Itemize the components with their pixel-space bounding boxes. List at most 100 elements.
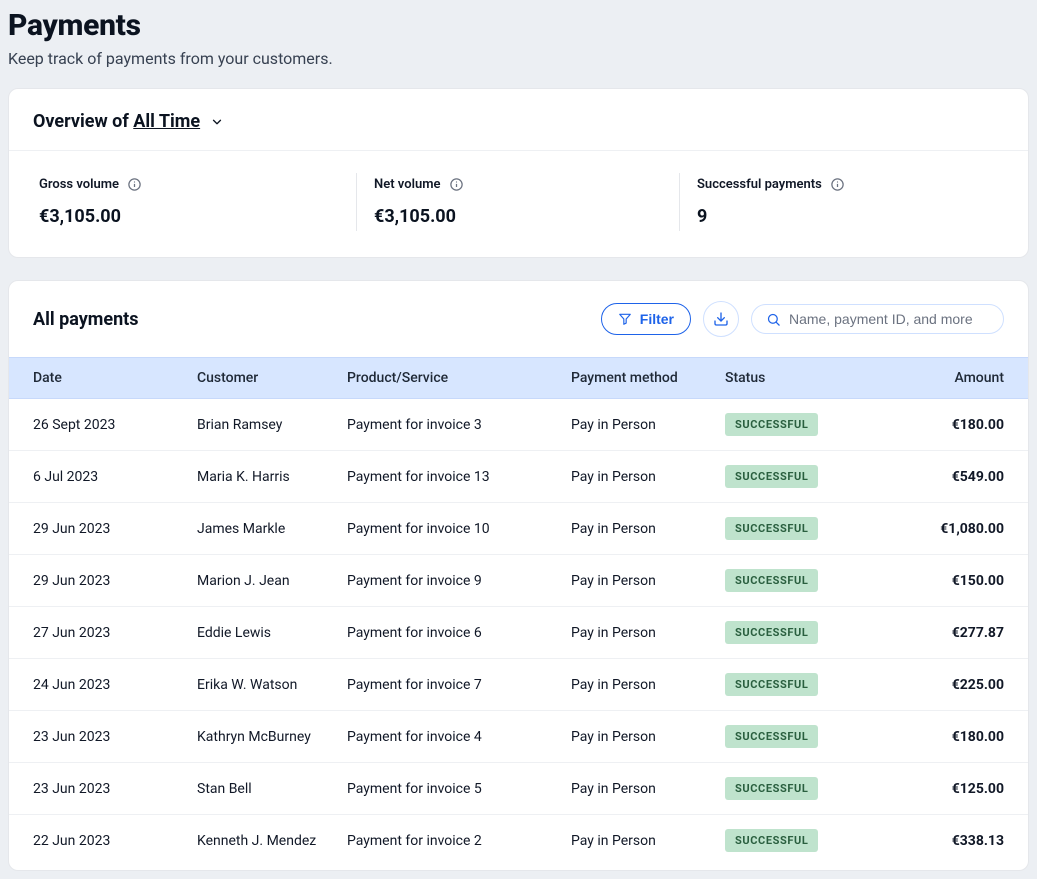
status-badge: SUCCESSFUL bbox=[725, 517, 818, 540]
overview-title: Overview of All Time bbox=[33, 111, 200, 132]
cell-customer: Kenneth J. Mendez bbox=[197, 833, 347, 849]
table-body: 26 Sept 2023Brian RamseyPayment for invo… bbox=[9, 399, 1028, 866]
cell-customer: Marion J. Jean bbox=[197, 573, 347, 589]
table-row[interactable]: 26 Sept 2023Brian RamseyPayment for invo… bbox=[9, 399, 1028, 451]
cell-method: Pay in Person bbox=[571, 417, 725, 433]
table-row[interactable]: 22 Jun 2023Kenneth J. MendezPayment for … bbox=[9, 815, 1028, 866]
payments-actions: Filter bbox=[601, 301, 1004, 337]
stat-net-label: Net volume bbox=[374, 177, 441, 192]
cell-customer: James Markle bbox=[197, 521, 347, 537]
col-date[interactable]: Date bbox=[33, 370, 197, 386]
stat-success-value: 9 bbox=[697, 206, 1004, 227]
status-badge: SUCCESSFUL bbox=[725, 569, 818, 592]
cell-amount: €125.00 bbox=[889, 781, 1004, 797]
cell-amount: €225.00 bbox=[889, 677, 1004, 693]
cell-method: Pay in Person bbox=[571, 469, 725, 485]
cell-product: Payment for invoice 10 bbox=[347, 521, 571, 537]
cell-method: Pay in Person bbox=[571, 729, 725, 745]
page-title: Payments bbox=[8, 8, 1029, 43]
cell-status: SUCCESSFUL bbox=[725, 517, 889, 540]
info-icon[interactable] bbox=[449, 177, 464, 192]
col-method[interactable]: Payment method bbox=[571, 370, 725, 386]
stat-gross-value: €3,105.00 bbox=[39, 206, 356, 227]
cell-product: Payment for invoice 5 bbox=[347, 781, 571, 797]
cell-status: SUCCESSFUL bbox=[725, 465, 889, 488]
cell-customer: Eddie Lewis bbox=[197, 625, 347, 641]
cell-date: 29 Jun 2023 bbox=[33, 573, 197, 589]
overview-stats: Gross volume €3,105.00 Net volume €3,105… bbox=[9, 151, 1028, 257]
cell-date: 6 Jul 2023 bbox=[33, 469, 197, 485]
overview-header: Overview of All Time bbox=[9, 89, 1028, 151]
filter-icon bbox=[618, 312, 632, 326]
table-row[interactable]: 24 Jun 2023Erika W. WatsonPayment for in… bbox=[9, 659, 1028, 711]
payments-card: All payments Filter Date Cust bbox=[8, 280, 1029, 871]
cell-date: 27 Jun 2023 bbox=[33, 625, 197, 641]
cell-product: Payment for invoice 13 bbox=[347, 469, 571, 485]
stat-net: Net volume €3,105.00 bbox=[356, 177, 679, 227]
table-row[interactable]: 6 Jul 2023Maria K. HarrisPayment for inv… bbox=[9, 451, 1028, 503]
cell-product: Payment for invoice 3 bbox=[347, 417, 571, 433]
table-row[interactable]: 23 Jun 2023Stan BellPayment for invoice … bbox=[9, 763, 1028, 815]
payments-title: All payments bbox=[33, 309, 139, 330]
stat-gross-label: Gross volume bbox=[39, 177, 119, 192]
cell-status: SUCCESSFUL bbox=[725, 569, 889, 592]
status-badge: SUCCESSFUL bbox=[725, 621, 818, 644]
col-amount[interactable]: Amount bbox=[889, 370, 1004, 386]
cell-status: SUCCESSFUL bbox=[725, 725, 889, 748]
cell-method: Pay in Person bbox=[571, 833, 725, 849]
cell-method: Pay in Person bbox=[571, 781, 725, 797]
info-icon[interactable] bbox=[127, 177, 142, 192]
cell-customer: Kathryn McBurney bbox=[197, 729, 347, 745]
overview-range[interactable]: All Time bbox=[133, 111, 200, 132]
download-button[interactable] bbox=[703, 301, 739, 337]
cell-date: 29 Jun 2023 bbox=[33, 521, 197, 537]
col-product[interactable]: Product/Service bbox=[347, 370, 571, 386]
download-icon bbox=[713, 311, 729, 327]
col-status[interactable]: Status bbox=[725, 370, 889, 386]
stat-gross: Gross volume €3,105.00 bbox=[33, 177, 356, 227]
cell-status: SUCCESSFUL bbox=[725, 777, 889, 800]
cell-customer: Maria K. Harris bbox=[197, 469, 347, 485]
cell-product: Payment for invoice 7 bbox=[347, 677, 571, 693]
cell-status: SUCCESSFUL bbox=[725, 413, 889, 436]
status-badge: SUCCESSFUL bbox=[725, 725, 818, 748]
cell-product: Payment for invoice 9 bbox=[347, 573, 571, 589]
cell-amount: €1,080.00 bbox=[889, 521, 1004, 537]
status-badge: SUCCESSFUL bbox=[725, 673, 818, 696]
payments-header: All payments Filter bbox=[9, 281, 1028, 357]
cell-date: 22 Jun 2023 bbox=[33, 833, 197, 849]
cell-product: Payment for invoice 6 bbox=[347, 625, 571, 641]
status-badge: SUCCESSFUL bbox=[725, 413, 818, 436]
info-icon[interactable] bbox=[830, 177, 845, 192]
cell-date: 24 Jun 2023 bbox=[33, 677, 197, 693]
status-badge: SUCCESSFUL bbox=[725, 829, 818, 852]
cell-customer: Erika W. Watson bbox=[197, 677, 347, 693]
cell-customer: Stan Bell bbox=[197, 781, 347, 797]
table-row[interactable]: 23 Jun 2023Kathryn McBurneyPayment for i… bbox=[9, 711, 1028, 763]
cell-amount: €180.00 bbox=[889, 729, 1004, 745]
cell-amount: €150.00 bbox=[889, 573, 1004, 589]
table-row[interactable]: 29 Jun 2023Marion J. JeanPayment for inv… bbox=[9, 555, 1028, 607]
search-icon bbox=[766, 312, 781, 327]
table-row[interactable]: 29 Jun 2023James MarklePayment for invoi… bbox=[9, 503, 1028, 555]
cell-amount: €277.87 bbox=[889, 625, 1004, 641]
cell-product: Payment for invoice 4 bbox=[347, 729, 571, 745]
table-row[interactable]: 27 Jun 2023Eddie LewisPayment for invoic… bbox=[9, 607, 1028, 659]
cell-amount: €549.00 bbox=[889, 469, 1004, 485]
chevron-down-icon[interactable] bbox=[210, 115, 224, 129]
cell-customer: Brian Ramsey bbox=[197, 417, 347, 433]
overview-prefix: Overview of bbox=[33, 111, 133, 132]
cell-method: Pay in Person bbox=[571, 677, 725, 693]
cell-method: Pay in Person bbox=[571, 573, 725, 589]
filter-button[interactable]: Filter bbox=[601, 303, 691, 335]
cell-product: Payment for invoice 2 bbox=[347, 833, 571, 849]
filter-label: Filter bbox=[640, 311, 674, 327]
cell-date: 26 Sept 2023 bbox=[33, 417, 197, 433]
col-customer[interactable]: Customer bbox=[197, 370, 347, 386]
search-wrapper[interactable] bbox=[751, 304, 1004, 334]
search-input[interactable] bbox=[789, 311, 989, 327]
cell-status: SUCCESSFUL bbox=[725, 621, 889, 644]
cell-status: SUCCESSFUL bbox=[725, 829, 889, 852]
stat-success: Successful payments 9 bbox=[679, 177, 1004, 227]
stat-success-label: Successful payments bbox=[697, 177, 822, 192]
